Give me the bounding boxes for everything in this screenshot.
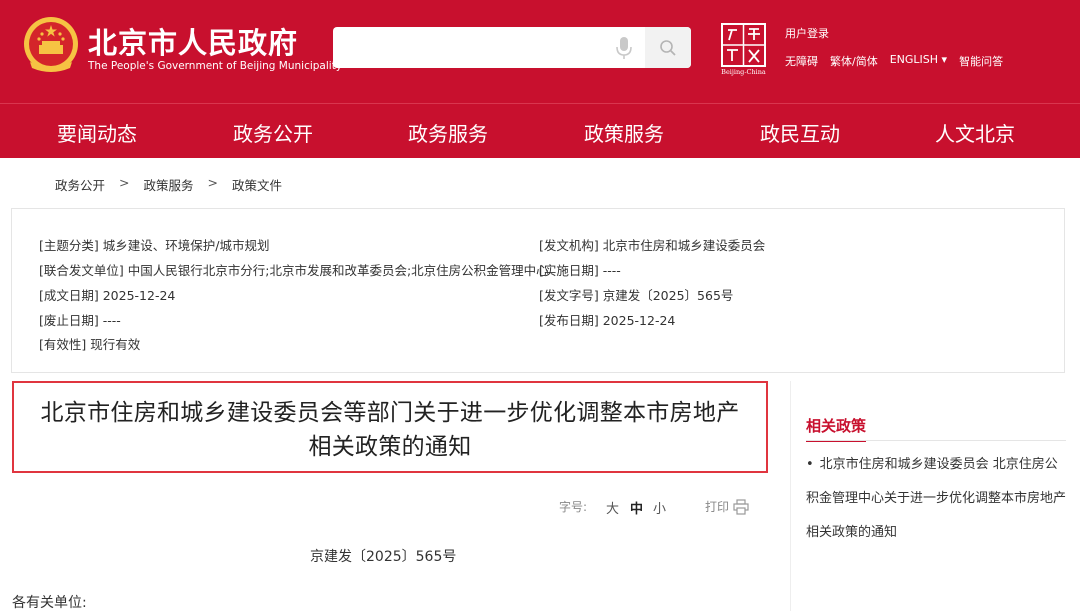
font-size-small-button[interactable]: 小 (653, 498, 666, 517)
metadata-written-date: [成文日期] 2025-12-24 (39, 288, 176, 303)
nav-item-government-services[interactable]: 政务服务 (408, 118, 488, 147)
breadcrumb-separator: > (207, 175, 218, 190)
site-title[interactable]: 北京市人民政府 (88, 20, 298, 62)
search-input[interactable] (333, 27, 603, 68)
metadata-co-issuer: [联合发文单位] 中国人民银行北京市分行;北京市发展和改革委员会;北京住房公积金… (39, 263, 549, 278)
article-title-line-1: 北京市住房和城乡建设委员会等部门关于进一步优化调整本市房地产 (40, 400, 740, 426)
print-button[interactable]: 打印 (705, 498, 729, 515)
document-number: 京建发〔2025〕565号 (310, 549, 457, 565)
nav-item-government-affairs[interactable]: 政务公开 (233, 118, 313, 147)
site-header: 北京市人民政府 The People's Government of Beiji… (0, 0, 1080, 103)
font-size-medium-button[interactable]: 中 (630, 498, 643, 517)
metadata-publish-date: [发布日期] 2025-12-24 (539, 313, 676, 328)
traditional-simplified-toggle[interactable]: 繁体/简体 (830, 53, 878, 69)
main-nav: 要闻动态 政务公开 政务服务 政策服务 政民互动 人文北京 (0, 103, 1080, 158)
nav-item-public-interaction[interactable]: 政民互动 (760, 118, 840, 147)
capital-logo-icon[interactable]: Beijing-China (719, 22, 768, 76)
related-policy-text: 北京市住房和城乡建设委员会 北京住房公积金管理中心关于进一步优化调整本市房地产相… (806, 457, 1067, 540)
breadcrumb-item-policy-documents[interactable]: 政策文件 (232, 175, 282, 194)
article-greeting: 各有关单位: (12, 595, 87, 611)
article-title-box: 北京市住房和城乡建设委员会等部门关于进一步优化调整本市房地产 相关政策的通知 (12, 381, 768, 473)
search-box (333, 27, 691, 68)
accessibility-link[interactable]: 无障碍 (785, 53, 818, 69)
microphone-icon[interactable] (615, 36, 633, 60)
english-dropdown[interactable]: ENGLISH ▾ (890, 53, 947, 69)
top-links: 无障碍 繁体/简体 ENGLISH ▾ 智能问答 (785, 53, 1003, 69)
breadcrumb-separator: > (119, 175, 130, 190)
article-title: 北京市住房和城乡建设委员会等部门关于进一步优化调整本市房地产 相关政策的通知 (14, 396, 766, 464)
nav-item-news[interactable]: 要闻动态 (57, 118, 137, 147)
breadcrumb-item-government-affairs[interactable]: 政务公开 (55, 175, 105, 194)
nav-item-culture-beijing[interactable]: 人文北京 (935, 118, 1015, 147)
capital-logo-caption: Beijing-China (721, 68, 766, 76)
font-size-label: 字号: (559, 500, 588, 514)
breadcrumb-item-policy-services[interactable]: 政策服务 (144, 175, 194, 194)
search-button[interactable] (645, 27, 691, 68)
metadata-abolish-date: [废止日期] ---- (39, 313, 121, 328)
document-metadata-box: [主题分类] 城乡建设、环境保护/城市规划 [发文机构] 北京市住房和城乡建设委… (11, 208, 1065, 373)
metadata-effective-date: [实施日期] ---- (539, 263, 621, 278)
site-subtitle: The People's Government of Beijing Munic… (88, 60, 343, 72)
metadata-issuer: [发文机构] 北京市住房和城乡建设委员会 (539, 238, 766, 253)
related-policies-heading: 相关政策 (806, 415, 867, 442)
related-policy-link[interactable]: • 北京市住房和城乡建设委员会 北京住房公积金管理中心关于进一步优化调整本市房地产… (806, 448, 1068, 550)
breadcrumb: 政务公开 > 政策服务 > 政策文件 (55, 175, 282, 194)
article-title-line-2: 相关政策的通知 (308, 434, 472, 460)
font-size-large-button[interactable]: 大 (606, 498, 619, 517)
national-emblem-icon[interactable] (20, 14, 82, 76)
smart-qa-link[interactable]: 智能问答 (959, 53, 1003, 69)
search-icon (660, 40, 676, 56)
column-divider (790, 381, 791, 611)
metadata-topic: [主题分类] 城乡建设、环境保护/城市规划 (39, 238, 270, 253)
user-login-link[interactable]: 用户登录 (785, 25, 829, 41)
print-label: 打印 (705, 500, 730, 514)
printer-icon[interactable] (733, 499, 749, 515)
nav-item-policy-services[interactable]: 政策服务 (584, 118, 664, 147)
metadata-validity: [有效性] 现行有效 (39, 337, 141, 352)
bullet-icon: • (806, 457, 814, 472)
related-heading-divider (806, 440, 1066, 441)
metadata-doc-number: [发文字号] 京建发〔2025〕565号 (539, 288, 734, 303)
